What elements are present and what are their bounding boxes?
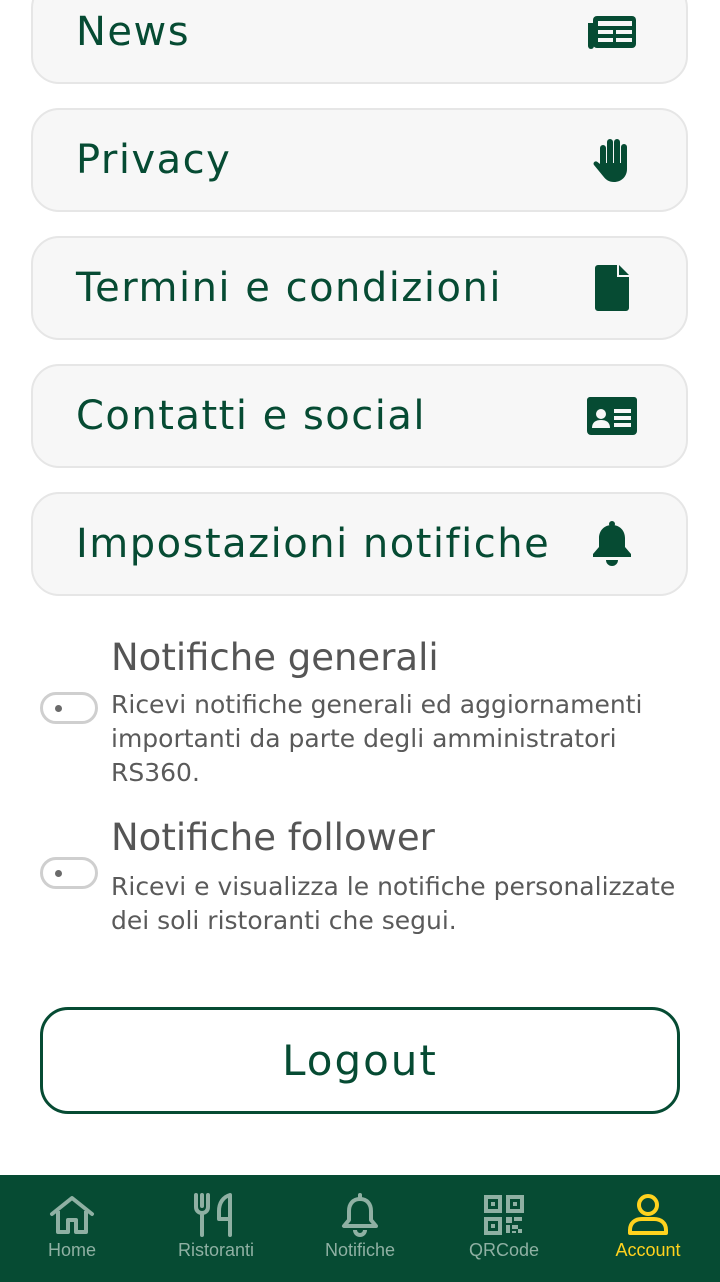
menu-item-label: Impostazioni notifiche: [76, 521, 551, 567]
id-card-icon: [586, 390, 638, 442]
menu-item-label: Contatti e social: [76, 393, 427, 439]
nav-label: Home: [47, 1240, 96, 1260]
follower-notifications-toggle[interactable]: [40, 857, 98, 889]
newspaper-icon: [586, 6, 638, 58]
hand-icon: [586, 134, 638, 186]
menu-item-label: Privacy: [76, 137, 232, 183]
utensils-icon: [192, 1193, 240, 1237]
nav-label: Notifiche: [324, 1240, 396, 1260]
nav-item-home[interactable]: Home: [0, 1175, 144, 1282]
user-icon: [624, 1193, 672, 1237]
menu-item-contacts[interactable]: Contatti e social: [31, 364, 688, 468]
notification-description: Ricevi notifiche generali ed aggiornamen…: [111, 690, 643, 787]
menu-item-label: Termini e condizioni: [76, 265, 502, 311]
nav-item-account[interactable]: Account: [576, 1175, 720, 1282]
nav-label: Account: [615, 1240, 681, 1260]
nav-item-qrcode[interactable]: QRCode: [432, 1175, 576, 1282]
bell-outline-icon: [336, 1193, 384, 1237]
nav-item-ristoranti[interactable]: Ristoranti: [144, 1175, 288, 1282]
logout-button[interactable]: Logout: [40, 1007, 680, 1114]
file-icon: [586, 262, 638, 314]
nav-label: Ristoranti: [177, 1240, 255, 1260]
notification-description: Ricevi e visualizza le notifiche persona…: [111, 872, 676, 935]
home-icon: [48, 1193, 96, 1237]
qrcode-icon: [480, 1193, 528, 1237]
menu-item-privacy[interactable]: Privacy: [31, 108, 688, 212]
menu-item-news[interactable]: News: [31, 0, 688, 84]
bottom-nav: Home Ristoranti Notifiche QRCode Account: [0, 1175, 720, 1282]
menu-item-label: News: [76, 9, 191, 55]
notification-title: Notifiche follower: [111, 816, 435, 859]
notification-title: Notifiche generali: [111, 636, 439, 679]
menu-item-notification-settings[interactable]: Impostazioni notifiche: [31, 492, 688, 596]
menu-item-terms[interactable]: Termini e condizioni: [31, 236, 688, 340]
toggle-knob: [55, 870, 62, 877]
nav-item-notifiche[interactable]: Notifiche: [288, 1175, 432, 1282]
bell-icon: [586, 518, 638, 570]
nav-label: QRCode: [468, 1240, 540, 1260]
general-notifications-toggle[interactable]: [40, 692, 98, 724]
toggle-knob: [55, 705, 62, 712]
